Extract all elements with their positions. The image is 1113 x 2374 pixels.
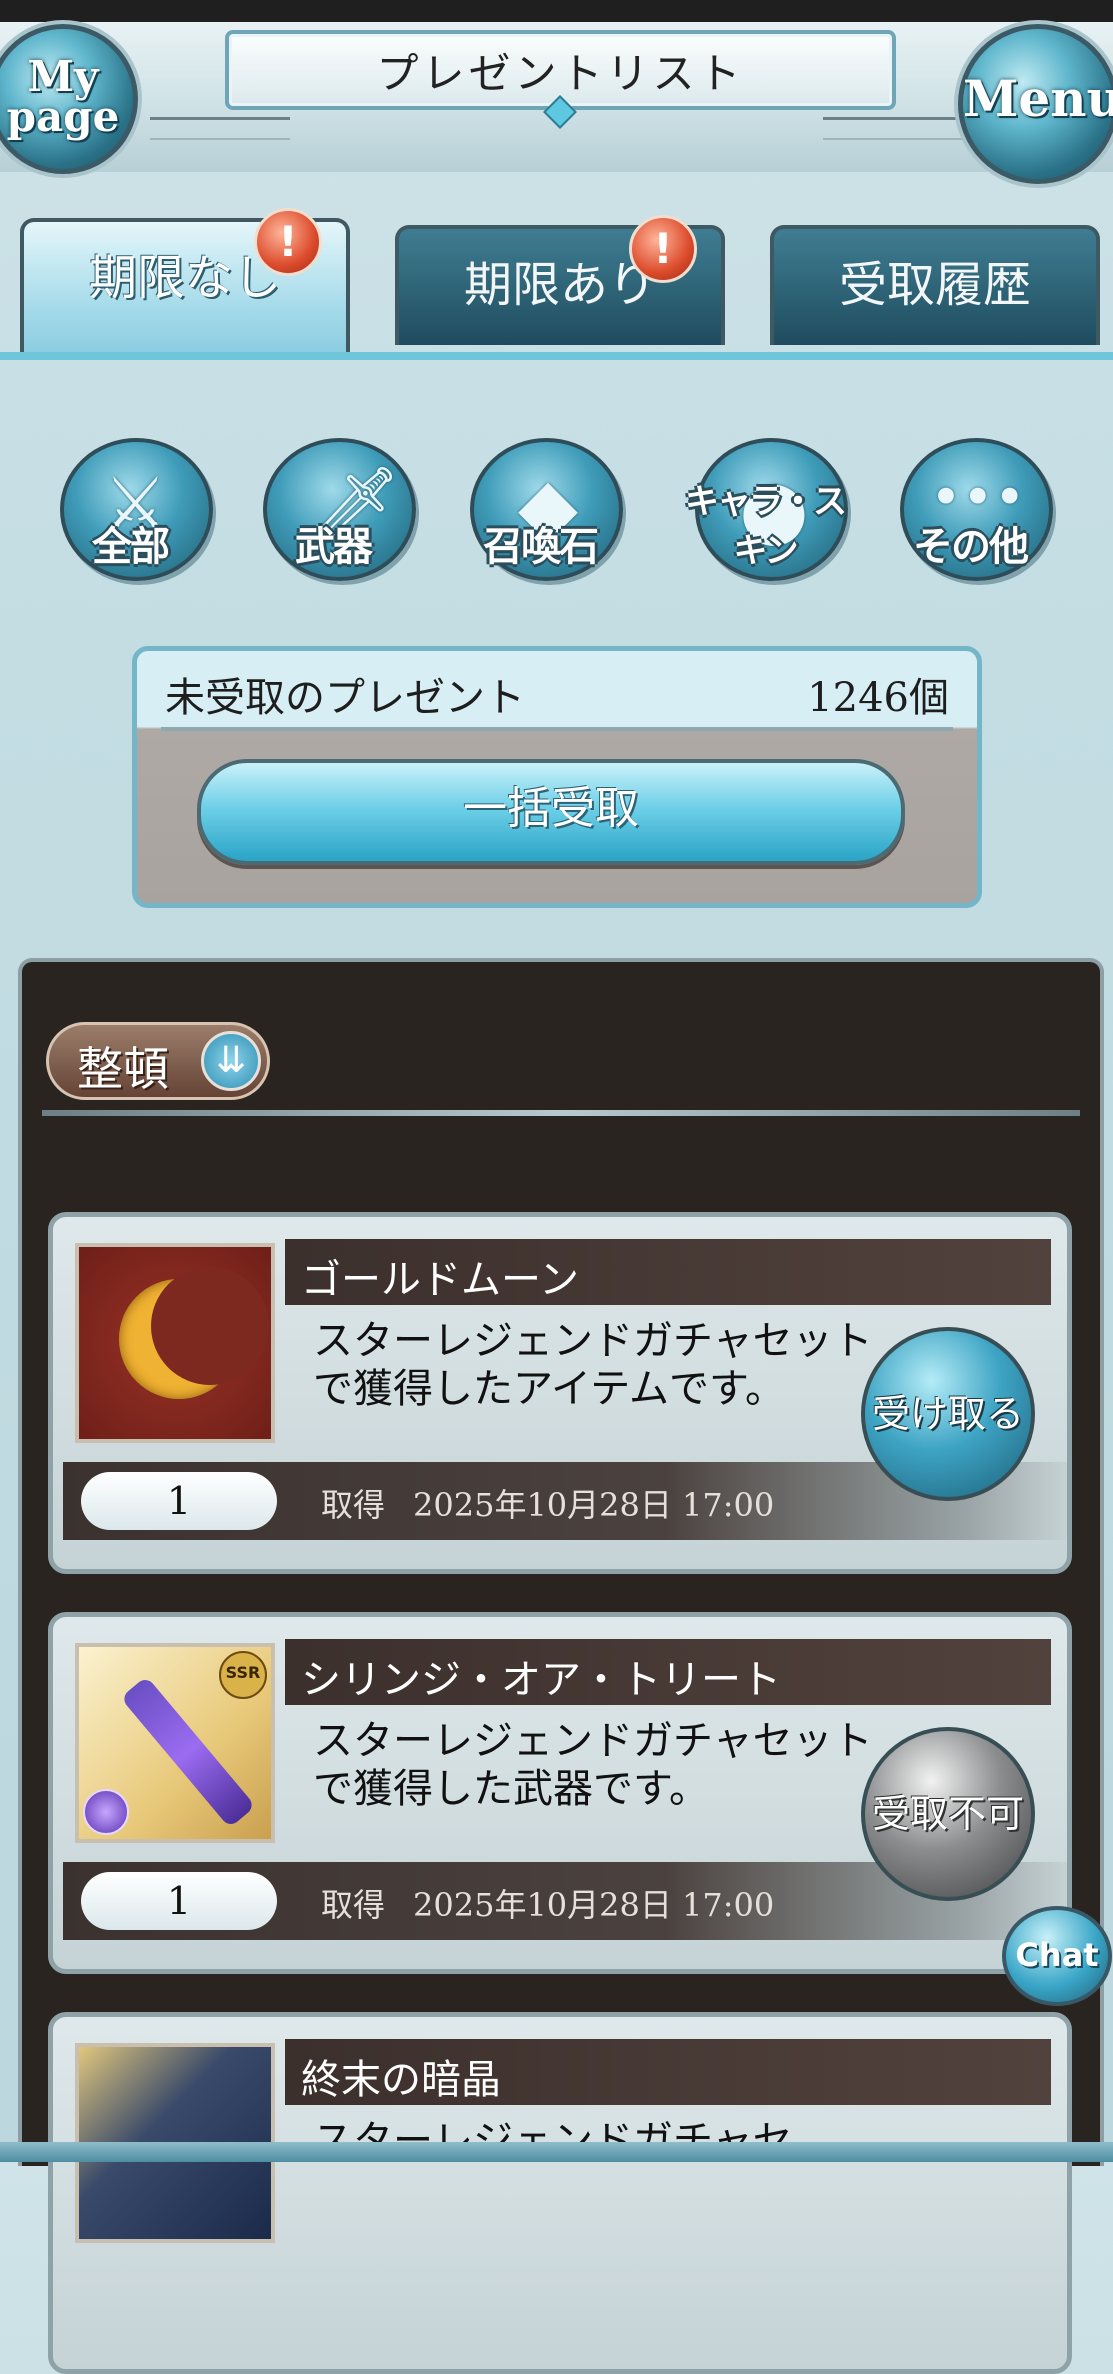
tab-bar: 期限なし ! 期限あり ! 受取履歴 xyxy=(0,200,1113,360)
dark-element-icon xyxy=(83,1789,129,1835)
filter-character-skin[interactable]: ● キャラ・スキン xyxy=(675,410,855,581)
sort-button[interactable]: 整頓 ⇊ xyxy=(46,1022,270,1100)
acquired-label: 取得 xyxy=(321,1486,386,1524)
divider xyxy=(161,727,953,731)
list-item: SSR シリンジ・オア・トリート スターレジェンドガチャセットで獲得した武器です… xyxy=(48,1612,1072,1974)
filter-other[interactable]: ••• その他 xyxy=(880,410,1060,581)
mypage-label: My page xyxy=(6,52,120,141)
ssr-badge: SSR xyxy=(219,1651,267,1699)
tab-no-deadline[interactable]: 期限なし ! xyxy=(20,208,350,358)
weapon-syringe-icon: SSR xyxy=(75,1643,275,1843)
unclaimed-count: 1246個 xyxy=(807,675,949,721)
tab-label: 期限あり xyxy=(463,257,656,313)
divider xyxy=(42,1110,1080,1116)
filter-weapon[interactable]: 🗡 武器 xyxy=(243,410,423,581)
claim-button[interactable]: 受け取る xyxy=(861,1327,1035,1501)
filter-label: 全部 xyxy=(92,524,170,570)
alert-badge-icon: ! xyxy=(629,215,697,283)
tab-with-deadline[interactable]: 期限あり ! xyxy=(395,215,725,345)
list-item: ゴールドムーン スターレジェンドガチャセットで獲得したアイテムです。 1 取得 … xyxy=(48,1212,1072,1574)
menu-button[interactable]: Menu xyxy=(958,24,1113,184)
header-ornament-right xyxy=(823,117,963,140)
present-list-panel: 整頓 ⇊ ゴールドムーン スターレジェンドガチャセットで獲得したアイテムです。 … xyxy=(18,958,1104,2374)
item-description: スターレジェンドガチャセットで獲得した武器です。 xyxy=(313,1718,873,1812)
item-name: シリンジ・オア・トリート xyxy=(301,1657,781,1703)
header: プレゼントリスト My page Menu xyxy=(0,22,1113,184)
unclaimed-label: 未受取のプレゼント xyxy=(165,675,525,721)
item-name-bar: 終末の暗晶 xyxy=(285,2039,1051,2105)
filter-label: 召喚石 xyxy=(483,524,599,570)
unclaimable-button[interactable]: 受取不可 xyxy=(861,1727,1035,1901)
gold-moon-icon xyxy=(75,1243,275,1443)
item-quantity: 1 xyxy=(81,1472,277,1530)
list-item: 終末の暗晶 スターレジェンドガチャセ xyxy=(48,2012,1072,2374)
tab-label: 受取履歴 xyxy=(838,257,1031,313)
bulk-claim-label: 一括受取 xyxy=(463,783,639,834)
item-name-bar: ゴールドムーン xyxy=(285,1239,1051,1305)
page-title: プレゼントリスト xyxy=(376,49,745,98)
filter-all[interactable]: ⚔ 全部 xyxy=(40,410,220,581)
claim-label: 受け取る xyxy=(871,1392,1024,1436)
sort-label: 整頓 xyxy=(77,1042,169,1096)
filter-label: その他 xyxy=(913,524,1029,570)
unclaimed-summary: 未受取のプレゼント 1246個 一括受取 xyxy=(132,646,982,908)
tab-history[interactable]: 受取履歴 xyxy=(770,225,1100,345)
item-quantity: 1 xyxy=(81,1872,277,1930)
category-filter-bar: ⚔ 全部 🗡 武器 ◆ 召喚石 ● キャラ・スキン ••• その他 xyxy=(0,410,1113,590)
mypage-button[interactable]: My page xyxy=(0,24,138,174)
chat-button[interactable]: Chat xyxy=(1002,1906,1112,2006)
acquired-date: 2025年10月28日 17:00 xyxy=(413,1486,775,1524)
header-ornament-left xyxy=(150,117,290,140)
chat-label: Chat xyxy=(1015,1936,1099,1974)
item-name: 終末の暗晶 xyxy=(301,2057,501,2103)
acquired-label: 取得 xyxy=(321,1886,386,1924)
item-name-bar: シリンジ・オア・トリート xyxy=(285,1639,1051,1705)
acquired-date: 2025年10月28日 17:00 xyxy=(413,1886,775,1924)
filter-label: 武器 xyxy=(295,524,373,570)
alert-badge-icon: ! xyxy=(254,208,322,276)
footer-strip xyxy=(0,2142,1113,2162)
item-description: スターレジェンドガチャセットで獲得したアイテムです。 xyxy=(313,1318,873,1412)
menu-label: Menu xyxy=(963,69,1113,128)
chevron-down-icon: ⇊ xyxy=(201,1031,261,1091)
tab-underline xyxy=(0,352,1113,360)
filter-label: キャラ・スキン xyxy=(685,482,847,571)
filter-summon[interactable]: ◆ 召喚石 xyxy=(450,410,630,581)
tab-label: 期限なし xyxy=(88,250,281,306)
bulk-claim-button[interactable]: 一括受取 xyxy=(197,759,905,865)
claim-label: 受取不可 xyxy=(871,1792,1024,1836)
status-bar xyxy=(0,0,1113,22)
item-name: ゴールドムーン xyxy=(301,1257,579,1303)
